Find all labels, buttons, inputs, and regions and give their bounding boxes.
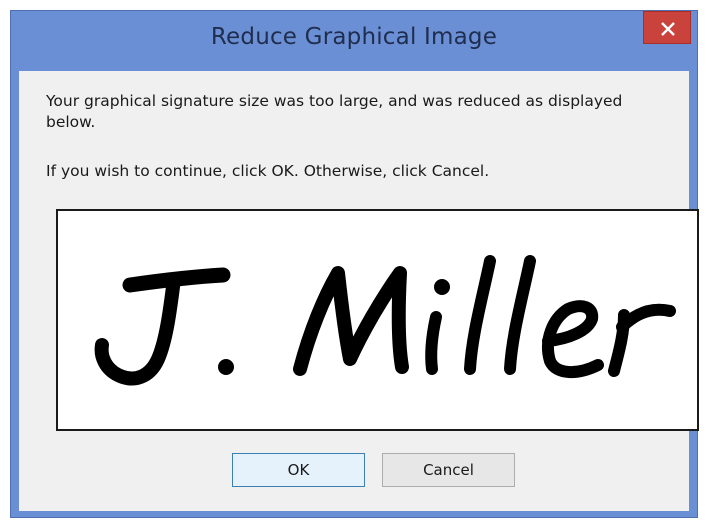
dialog-title: Reduce Graphical Image xyxy=(210,24,498,50)
cancel-button[interactable]: Cancel xyxy=(382,453,515,487)
title-bar[interactable]: Reduce Graphical Image xyxy=(11,11,697,61)
dialog-window: Reduce Graphical Image Your graphical si… xyxy=(10,10,699,518)
message-size-reduced: Your graphical signature size was too la… xyxy=(46,92,623,131)
close-button[interactable] xyxy=(643,11,691,44)
close-icon xyxy=(661,22,675,36)
ok-button[interactable]: OK xyxy=(232,453,365,487)
signature-preview xyxy=(56,209,699,431)
dialog-body: Your graphical signature size was too la… xyxy=(19,71,699,511)
message-instructions: If you wish to continue, click OK. Other… xyxy=(46,162,490,180)
signature-image xyxy=(94,255,676,386)
